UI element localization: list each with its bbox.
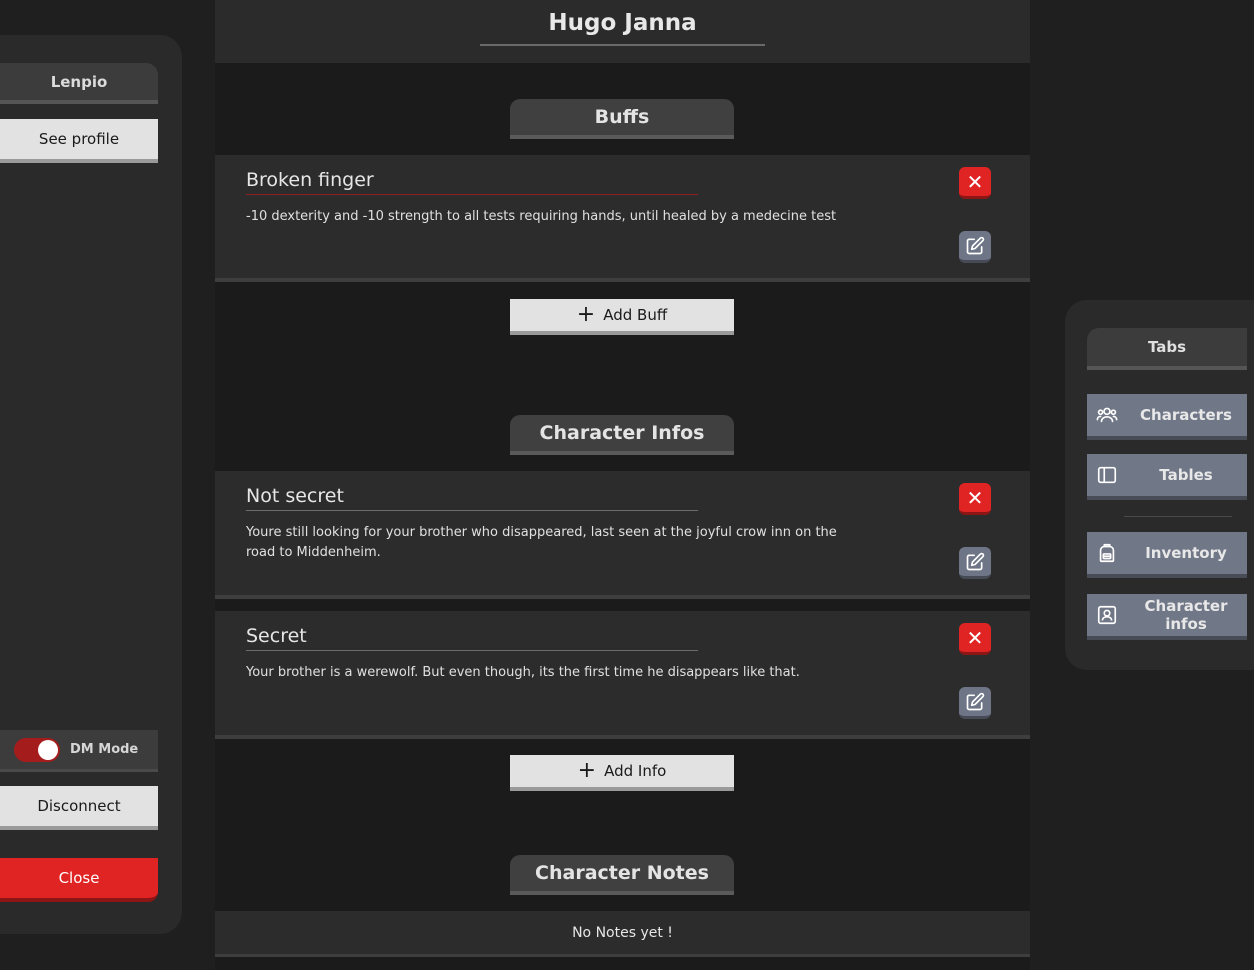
tab-label: Characters xyxy=(1140,406,1232,424)
info-card: Not secret Youre still looking for your … xyxy=(215,471,1030,599)
tab-characters[interactable]: Characters xyxy=(1087,394,1247,440)
edit-info-button[interactable] xyxy=(959,687,991,719)
add-info-button[interactable]: + Add Info xyxy=(510,755,734,791)
plus-icon: + xyxy=(576,302,596,327)
buff-title: Broken finger xyxy=(246,169,698,195)
layout-icon xyxy=(1087,454,1127,496)
edit-icon xyxy=(966,692,985,710)
header-bar: Hugo Janna xyxy=(215,0,1030,63)
edit-icon xyxy=(966,552,985,570)
buff-card: Broken finger -10 dexterity and -10 stre… xyxy=(215,155,1030,282)
dm-mode-toggle[interactable] xyxy=(14,737,60,762)
delete-info-button[interactable]: ✕ xyxy=(959,483,991,515)
info-description: Youre still looking for your brother who… xyxy=(246,525,837,560)
delete-buff-button[interactable]: ✕ xyxy=(959,167,991,199)
info-card: Secret Your brother is a werewolf. But e… xyxy=(215,611,1030,739)
notes-empty-message: No Notes yet ! xyxy=(215,911,1030,957)
id-card-icon xyxy=(1087,594,1127,636)
buff-description: -10 dexterity and -10 strength to all te… xyxy=(246,209,837,224)
add-buff-label: Add Buff xyxy=(603,306,668,324)
notes-section-title: Character Notes xyxy=(510,855,734,895)
add-buff-button[interactable]: + Add Buff xyxy=(510,299,734,335)
username-label: Lenpio xyxy=(0,63,158,104)
tab-tables[interactable]: Tables xyxy=(1087,454,1247,500)
info-description: Your brother is a werewolf. But even tho… xyxy=(246,665,800,680)
infos-section-title: Character Infos xyxy=(510,415,734,455)
edit-info-button[interactable] xyxy=(959,547,991,579)
backpack-icon xyxy=(1087,532,1127,574)
close-icon: ✕ xyxy=(966,625,984,650)
close-icon: ✕ xyxy=(966,169,984,194)
tab-inventory[interactable]: Inventory xyxy=(1087,532,1247,578)
delete-info-button[interactable]: ✕ xyxy=(959,623,991,655)
see-profile-button[interactable]: See profile xyxy=(0,119,158,163)
close-icon: ✕ xyxy=(966,485,984,510)
plus-icon: + xyxy=(577,758,597,783)
tabs-title: Tabs xyxy=(1087,328,1247,370)
info-title: Not secret xyxy=(246,485,698,511)
disconnect-button[interactable]: Disconnect xyxy=(0,786,158,830)
edit-icon xyxy=(966,236,985,254)
close-button[interactable]: Close xyxy=(0,858,158,902)
users-icon xyxy=(1087,394,1127,436)
tab-label: Inventory xyxy=(1145,544,1227,562)
character-sheet: Hugo Janna Buffs Broken finger -10 dexte… xyxy=(215,0,1030,970)
tab-character-infos[interactable]: Character infos xyxy=(1087,594,1247,640)
info-title: Secret xyxy=(246,625,698,651)
character-name: Hugo Janna xyxy=(480,10,765,46)
dm-mode-row: DM Mode xyxy=(0,730,158,772)
tab-label: Tables xyxy=(1159,466,1213,484)
tab-label: Character infos xyxy=(1144,597,1228,633)
buffs-section-title: Buffs xyxy=(510,99,734,139)
edit-buff-button[interactable] xyxy=(959,231,991,263)
dm-mode-label: DM Mode xyxy=(70,742,139,757)
tabs-divider xyxy=(1124,516,1232,517)
add-info-label: Add Info xyxy=(604,762,667,780)
toggle-knob xyxy=(38,739,58,760)
